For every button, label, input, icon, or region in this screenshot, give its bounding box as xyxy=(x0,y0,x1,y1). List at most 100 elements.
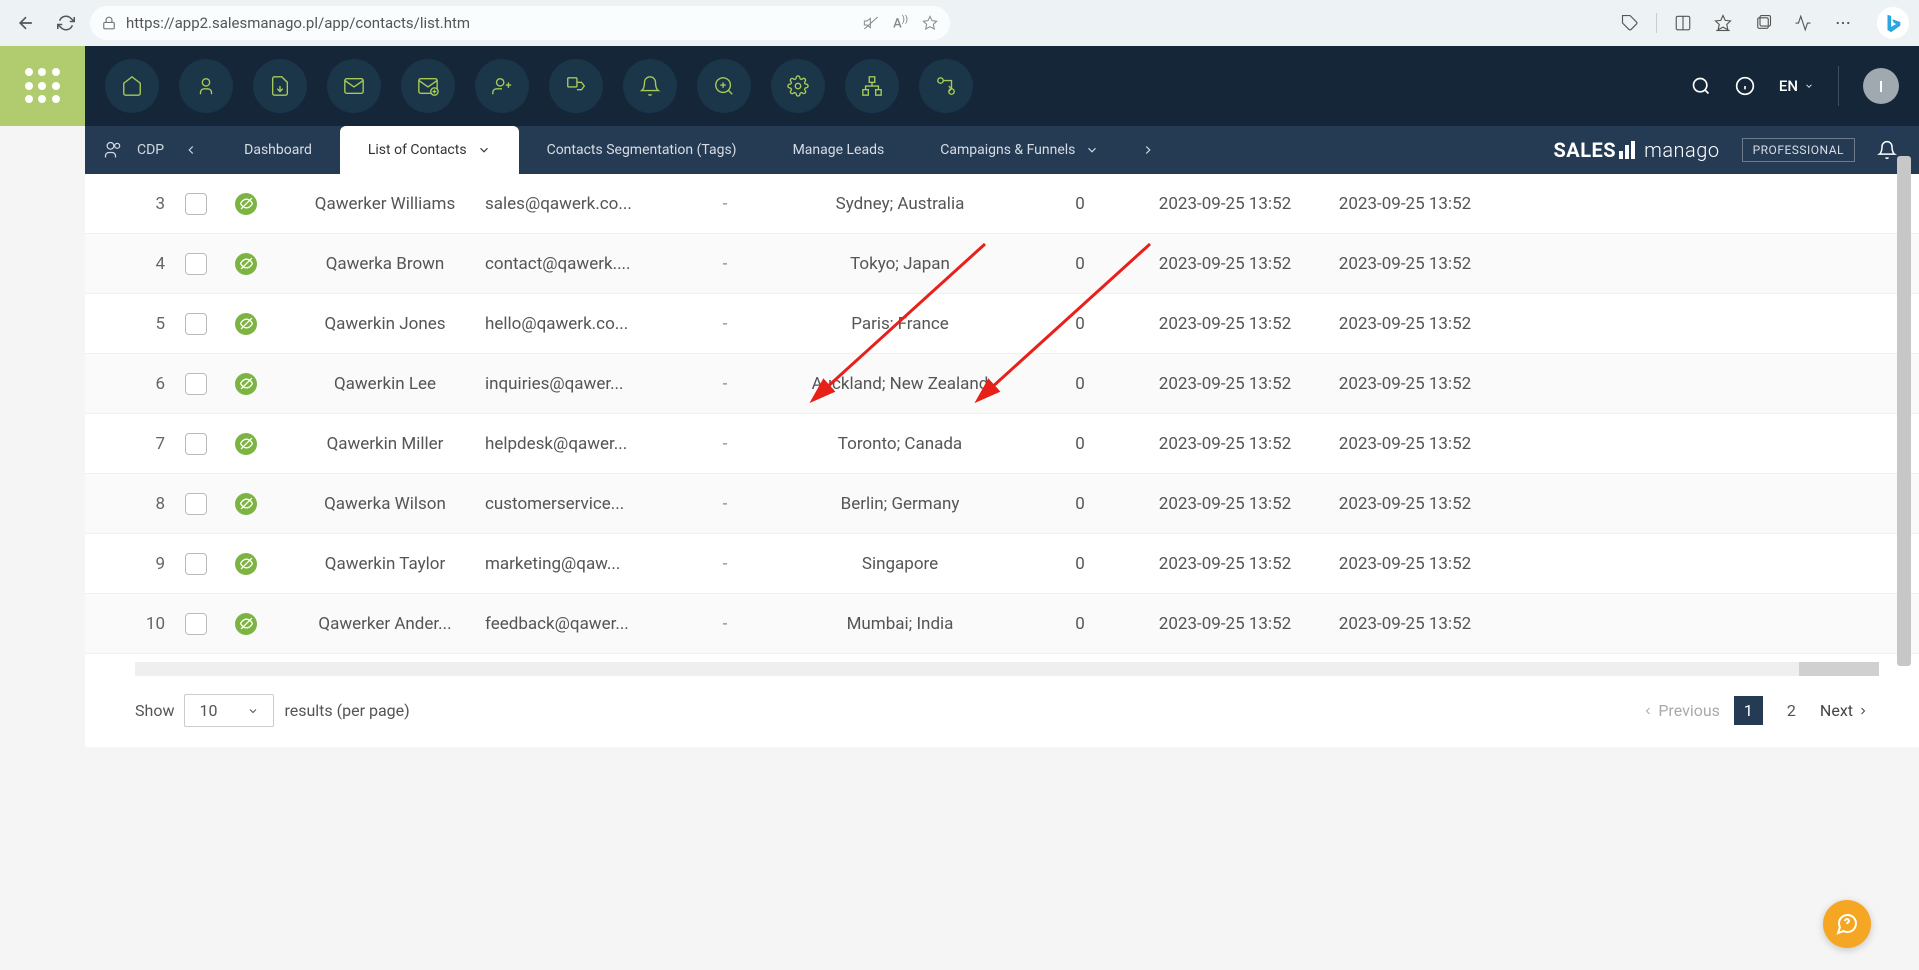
back-button[interactable] xyxy=(10,7,42,39)
contact-email: hello@qawerk.co... xyxy=(485,314,675,334)
row-checkbox[interactable] xyxy=(185,313,207,335)
contact-name: Qawerkin Jones xyxy=(285,314,485,334)
row-number: 10 xyxy=(135,614,185,634)
nav-email-icon[interactable] xyxy=(327,59,381,113)
nav-settings-icon[interactable] xyxy=(771,59,825,113)
status-icon xyxy=(235,193,257,215)
contact-date-2: 2023-09-25 13:52 xyxy=(1315,554,1495,574)
status-icon xyxy=(235,373,257,395)
contact-email: feedback@qawer... xyxy=(485,614,675,634)
info-icon[interactable] xyxy=(1735,76,1755,96)
row-checkbox[interactable] xyxy=(185,613,207,635)
tab-campaigns[interactable]: Campaigns & Funnels xyxy=(912,126,1127,174)
contact-location: Mumbai; India xyxy=(775,614,1025,634)
contact-name: Qawerka Brown xyxy=(285,254,485,274)
contact-field-empty: - xyxy=(675,374,775,394)
vertical-scrollbar[interactable] xyxy=(1897,56,1911,962)
tab-dashboard[interactable]: Dashboard xyxy=(216,126,340,174)
contact-name: Qawerkin Lee xyxy=(285,374,485,394)
nav-prev-icon[interactable] xyxy=(184,143,198,157)
extension-icon[interactable] xyxy=(1616,9,1644,37)
row-checkbox[interactable] xyxy=(185,373,207,395)
contact-date-1: 2023-09-25 13:52 xyxy=(1135,494,1315,514)
per-page-select[interactable]: 10 xyxy=(184,694,274,727)
table-row[interactable]: 6 Qawerkin Lee inquiries@qawer... - Auck… xyxy=(85,354,1919,414)
favorites-icon[interactable] xyxy=(1709,9,1737,37)
row-checkbox[interactable] xyxy=(185,433,207,455)
row-checkbox[interactable] xyxy=(185,193,207,215)
pagination: Previous 1 2 Next xyxy=(1642,696,1869,725)
chevron-down-icon xyxy=(477,143,491,157)
page-1-button[interactable]: 1 xyxy=(1734,696,1763,725)
tab-list-of-contacts[interactable]: List of Contacts xyxy=(340,126,519,174)
contact-date-1: 2023-09-25 13:52 xyxy=(1135,314,1315,334)
contact-date-2: 2023-09-25 13:52 xyxy=(1315,374,1495,394)
show-label: Show xyxy=(135,701,174,720)
table-row[interactable]: 9 Qawerkin Taylor marketing@qaw... - Sin… xyxy=(85,534,1919,594)
nav-home-icon[interactable] xyxy=(105,59,159,113)
refresh-button[interactable] xyxy=(50,7,82,39)
split-icon[interactable] xyxy=(1669,9,1697,37)
bing-button[interactable] xyxy=(1877,7,1909,39)
horizontal-scrollbar[interactable] xyxy=(135,662,1879,676)
contact-count: 0 xyxy=(1025,194,1135,214)
table-row[interactable]: 10 Qawerker Ander... feedback@qawer... -… xyxy=(85,594,1919,654)
search-icon[interactable] xyxy=(1691,76,1711,96)
contact-date-1: 2023-09-25 13:52 xyxy=(1135,554,1315,574)
row-checkbox[interactable] xyxy=(185,253,207,275)
status-icon xyxy=(235,253,257,275)
nav-automation-icon[interactable] xyxy=(549,59,603,113)
nav-workflow-icon[interactable] xyxy=(919,59,973,113)
status-icon xyxy=(235,613,257,635)
address-bar[interactable]: https://app2.salesmanago.pl/app/contacts… xyxy=(90,6,950,40)
notifications-icon[interactable] xyxy=(1877,140,1897,160)
cdp-icon xyxy=(103,140,123,160)
table-row[interactable]: 3 Qawerker Williams sales@qawerk.co... -… xyxy=(85,174,1919,234)
contact-email: contact@qawerk.... xyxy=(485,254,675,274)
nav-contacts-icon[interactable] xyxy=(179,59,233,113)
grid-icon xyxy=(25,68,61,104)
nav-next-icon[interactable] xyxy=(1127,126,1169,174)
table-row[interactable]: 4 Qawerka Brown contact@qawerk.... - Tok… xyxy=(85,234,1919,294)
page-2-button[interactable]: 2 xyxy=(1777,696,1806,725)
apps-menu-button[interactable] xyxy=(0,46,85,126)
table-row[interactable]: 5 Qawerkin Jones hello@qawerk.co... - Pa… xyxy=(85,294,1919,354)
table-row[interactable]: 7 Qawerkin Miller helpdesk@qawer... - To… xyxy=(85,414,1919,474)
browser-toolbar: https://app2.salesmanago.pl/app/contacts… xyxy=(0,0,1919,46)
prev-page-button[interactable]: Previous xyxy=(1642,701,1720,720)
brand-logo: SALES manago xyxy=(1553,138,1719,162)
user-avatar[interactable]: I xyxy=(1863,68,1899,104)
contact-date-2: 2023-09-25 13:52 xyxy=(1315,194,1495,214)
row-number: 8 xyxy=(135,494,185,514)
contact-date-1: 2023-09-25 13:52 xyxy=(1135,194,1315,214)
next-page-button[interactable]: Next xyxy=(1820,701,1869,720)
row-checkbox[interactable] xyxy=(185,553,207,575)
contact-name: Qawerker Ander... xyxy=(285,614,485,634)
nav-import-icon[interactable] xyxy=(253,59,307,113)
contact-date-2: 2023-09-25 13:52 xyxy=(1315,434,1495,454)
contact-email: sales@qawerk.co... xyxy=(485,194,675,214)
favorite-icon[interactable] xyxy=(922,15,938,31)
table-row[interactable]: 8 Qawerka Wilson customerservice... - Be… xyxy=(85,474,1919,534)
sub-navigation: CDP Dashboard List of Contacts Contacts … xyxy=(85,126,1919,174)
nav-email-plus-icon[interactable] xyxy=(401,59,455,113)
contact-date-1: 2023-09-25 13:52 xyxy=(1135,434,1315,454)
nav-add-user-icon[interactable] xyxy=(475,59,529,113)
collections-icon[interactable] xyxy=(1749,9,1777,37)
contact-name: Qawerkin Taylor xyxy=(285,554,485,574)
help-fab[interactable] xyxy=(1823,900,1871,948)
text-size-icon[interactable]: A)) xyxy=(893,15,908,31)
contact-location: Berlin; Germany xyxy=(775,494,1025,514)
chevron-down-icon xyxy=(247,705,259,717)
contact-field-empty: - xyxy=(675,554,775,574)
nav-sitemap-icon[interactable] xyxy=(845,59,899,113)
performance-icon[interactable] xyxy=(1789,9,1817,37)
language-selector[interactable]: EN xyxy=(1779,77,1814,95)
more-icon[interactable] xyxy=(1829,9,1857,37)
nav-search-zoom-icon[interactable] xyxy=(697,59,751,113)
tab-manage-leads[interactable]: Manage Leads xyxy=(765,126,913,174)
row-checkbox[interactable] xyxy=(185,493,207,515)
tab-segmentation[interactable]: Contacts Segmentation (Tags) xyxy=(519,126,765,174)
mute-icon[interactable] xyxy=(863,15,879,31)
nav-alerts-icon[interactable] xyxy=(623,59,677,113)
